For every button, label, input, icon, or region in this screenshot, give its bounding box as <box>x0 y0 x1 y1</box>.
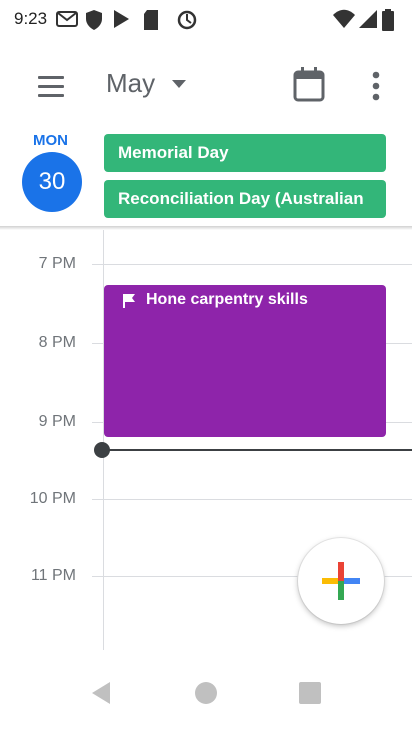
hour-label: 7 PM <box>38 255 76 272</box>
shield-icon <box>86 10 102 30</box>
event-card[interactable]: Hone carpentry skills <box>104 285 386 437</box>
plus-icon <box>322 562 360 600</box>
all-day-event-reconciliation-day[interactable]: Reconciliation Day (Australian <box>104 180 386 218</box>
hour-line <box>92 264 412 265</box>
all-day-event-memorial-day[interactable]: Memorial Day <box>104 134 386 172</box>
event-title: Hone carpentry skills <box>146 291 308 308</box>
flag-icon <box>123 294 135 308</box>
chevron-down-icon[interactable] <box>172 80 186 88</box>
wifi-icon <box>333 9 355 28</box>
back-icon[interactable] <box>88 680 114 706</box>
top-app-bar: May <box>0 40 412 128</box>
hour-line <box>92 499 412 500</box>
day-number[interactable]: 30 <box>22 152 82 212</box>
hour-label: 11 PM <box>30 567 76 584</box>
signal-icon <box>359 10 377 28</box>
current-time-line <box>104 449 412 451</box>
more-vert-icon[interactable] <box>364 66 388 106</box>
menu-icon[interactable] <box>26 74 70 102</box>
sd-card-icon <box>144 10 158 30</box>
current-time-dot <box>94 442 110 458</box>
day-of-week: MON <box>33 132 68 149</box>
play-store-icon <box>114 10 129 28</box>
hour-label: 8 PM <box>38 334 76 351</box>
recents-icon[interactable] <box>298 681 322 705</box>
system-nav-bar <box>0 652 412 732</box>
calendar-today-icon[interactable] <box>290 64 328 104</box>
battery-icon <box>382 9 394 31</box>
create-event-button[interactable] <box>298 538 384 624</box>
month-selector[interactable]: May <box>106 68 155 99</box>
gmail-icon <box>56 11 78 27</box>
day-header: MON 30 Memorial Day Reconciliation Day (… <box>0 128 412 226</box>
sync-icon <box>177 10 197 30</box>
hour-label: 10 PM <box>29 490 76 507</box>
hour-label: 9 PM <box>38 413 76 430</box>
home-icon[interactable] <box>194 681 218 705</box>
status-bar: 9:23 <box>0 0 412 40</box>
status-time: 9:23 <box>14 9 48 28</box>
